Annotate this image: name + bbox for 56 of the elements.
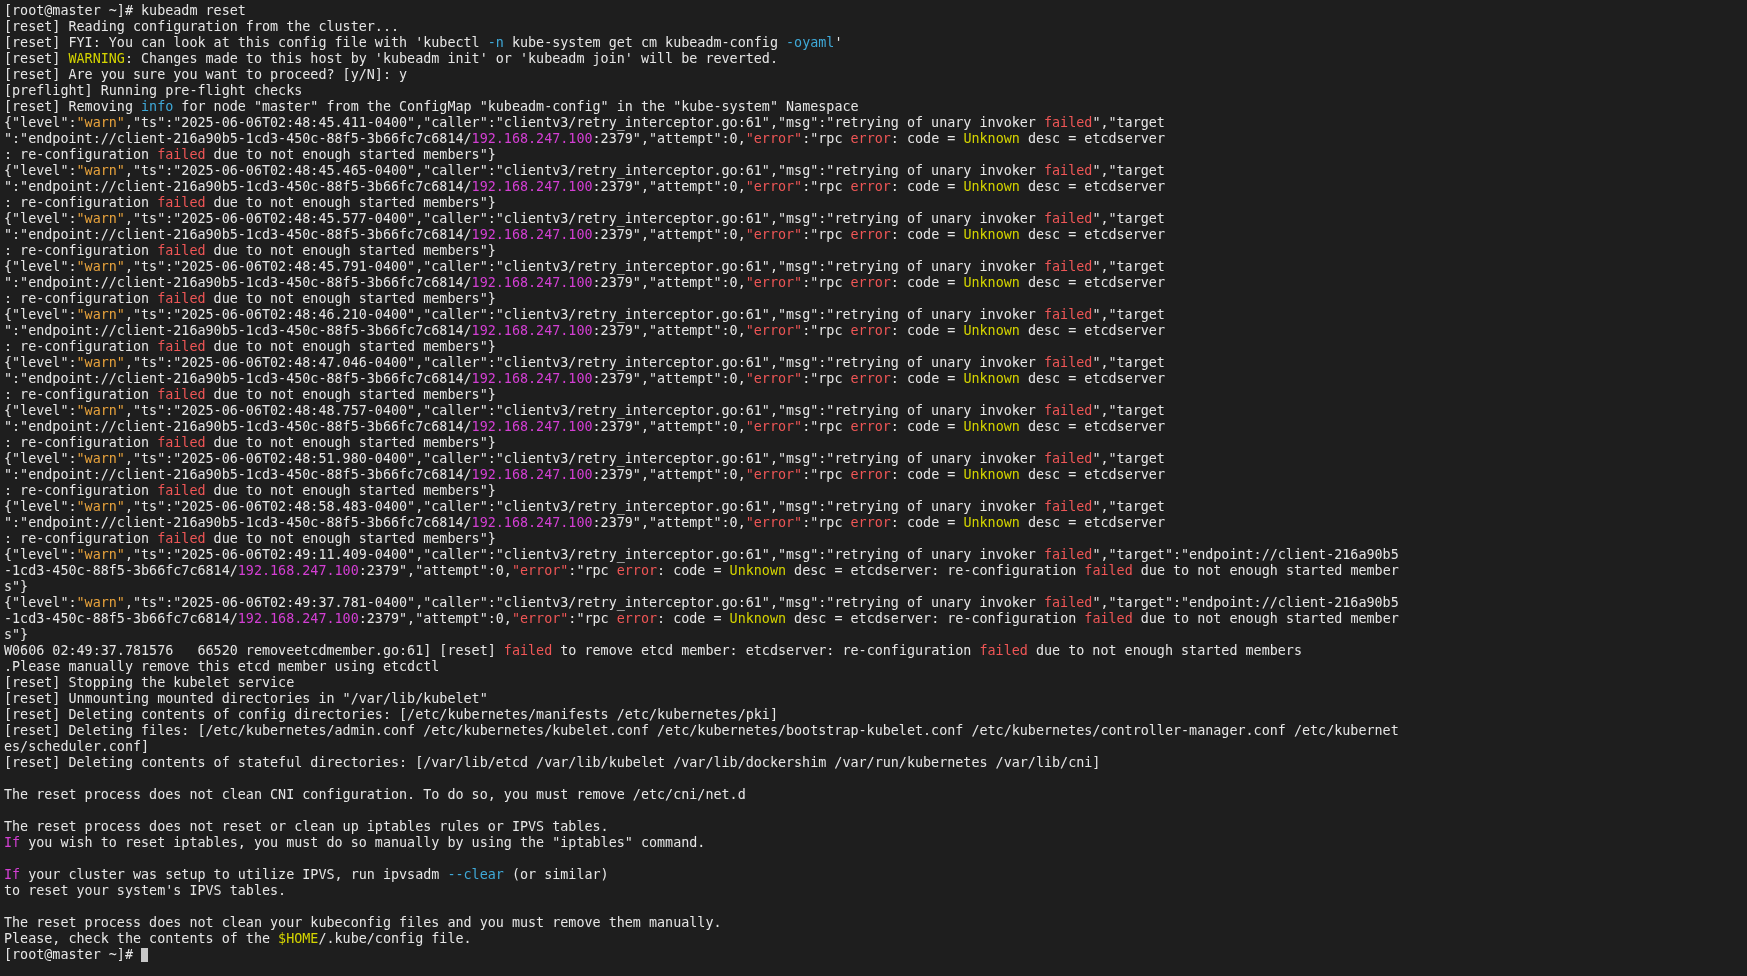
terminal-line: ":"endpoint://client-216a90b5-1cd3-450c-88f5-3b66fc7c6814/192.168.247.100:2379","attempt":0,"error":"rpc error: code = Unknown desc = etcdserver (4, 131, 1165, 147)
terminal-line: : re-configuration failed due to not enough started members"} (4, 291, 496, 307)
terminal-line: [reset] FYI: You can look at this config file with 'kubectl -n kube-system get cm kubeadm-config -oyaml' (4, 35, 843, 51)
terminal-line: ":"endpoint://client-216a90b5-1cd3-450c-88f5-3b66fc7c6814/192.168.247.100:2379","attempt":0,"error":"rpc error: code = Unknown desc = etcdserver (4, 179, 1165, 195)
terminal-line: {"level":"warn","ts":"2025-06-06T02:48:45.465-0400","caller":"clientv3/retry_interceptor.go:61","msg":"retrying of unary invoker failed","target (4, 163, 1165, 179)
terminal-line: {"level":"warn","ts":"2025-06-06T02:49:11.409-0400","caller":"clientv3/retry_interceptor.go:61","msg":"retrying of unary invoker failed","target":"endpoint://client-216a90b5 (4, 547, 1399, 563)
terminal-line: [root@master ~]# (4, 947, 134, 963)
terminal-line: -1cd3-450c-88f5-3b66fc7c6814/192.168.247.100:2379","attempt":0,"error":"rpc error: code = Unknown desc = etcdserver: re-configuration failed due to not enough started member (4, 611, 1399, 627)
terminal-line: : re-configuration failed due to not enough started members"} (4, 483, 496, 499)
terminal-line: [reset] Deleting contents of stateful directories: [/var/lib/etcd /var/lib/kubelet /var/lib/dockershim /var/run/kubernetes /var/lib/cni] (4, 755, 1101, 771)
terminal-line: [reset] Removing info for node "master" from the ConfigMap "kubeadm-config" in the "kube-system" Namespace (4, 99, 859, 115)
terminal-line: : re-configuration failed due to not enough started members"} (4, 387, 496, 403)
terminal-line: .Please manually remove this etcd member using etcdctl (4, 659, 440, 675)
terminal-line: Please, check the contents of the $HOME/.kube/config file. (4, 931, 472, 947)
terminal-line: [reset] Deleting contents of config directories: [/etc/kubernetes/manifests /etc/kubernetes/pki] (4, 707, 778, 723)
terminal-line: {"level":"warn","ts":"2025-06-06T02:48:45.791-0400","caller":"clientv3/retry_interceptor.go:61","msg":"retrying of unary invoker failed","target (4, 259, 1165, 275)
terminal-line: ":"endpoint://client-216a90b5-1cd3-450c-88f5-3b66fc7c6814/192.168.247.100:2379","attempt":0,"error":"rpc error: code = Unknown desc = etcdserver (4, 515, 1165, 531)
terminal-line: [reset] WARNING: Changes made to this host by 'kubeadm init' or 'kubeadm join' will be reverted. (4, 51, 778, 67)
terminal-line: : re-configuration failed due to not enough started members"} (4, 195, 496, 211)
terminal-line: {"level":"warn","ts":"2025-06-06T02:48:45.577-0400","caller":"clientv3/retry_interceptor.go:61","msg":"retrying of unary invoker failed","target (4, 211, 1165, 227)
terminal-line: {"level":"warn","ts":"2025-06-06T02:48:45.411-0400","caller":"clientv3/retry_interceptor.go:61","msg":"retrying of unary invoker failed","target (4, 115, 1165, 131)
terminal-line: If your cluster was setup to utilize IPVS, run ipvsadm --clear (or similar) (4, 867, 609, 883)
terminal-line: {"level":"warn","ts":"2025-06-06T02:48:48.757-0400","caller":"clientv3/retry_interceptor.go:61","msg":"retrying of unary invoker failed","target (4, 403, 1165, 419)
terminal-line: [reset] Unmounting mounted directories in "/var/lib/kubelet" (4, 691, 488, 707)
terminal-line: : re-configuration failed due to not enough started members"} (4, 147, 496, 163)
terminal-line: The reset process does not reset or clean up iptables rules or IPVS tables. (4, 819, 609, 835)
terminal-line: : re-configuration failed due to not enough started members"} (4, 435, 496, 451)
terminal-line: es/scheduler.conf] (4, 739, 150, 755)
terminal-line: [preflight] Running pre-flight checks (4, 83, 303, 99)
terminal-line: -1cd3-450c-88f5-3b66fc7c6814/192.168.247.100:2379","attempt":0,"error":"rpc error: code = Unknown desc = etcdserver: re-configuration failed due to not enough started member (4, 563, 1399, 579)
terminal-line: [reset] Deleting files: [/etc/kubernetes/admin.conf /etc/kubernetes/kubelet.conf /etc/kubernetes/bootstrap-kubelet.conf /etc/kubernetes/controller-manager.conf /etc/kubernet (4, 723, 1399, 739)
terminal-line: {"level":"warn","ts":"2025-06-06T02:48:46.210-0400","caller":"clientv3/retry_interceptor.go:61","msg":"retrying of unary invoker failed","target (4, 307, 1165, 323)
terminal-line: ":"endpoint://client-216a90b5-1cd3-450c-88f5-3b66fc7c6814/192.168.247.100:2379","attempt":0,"error":"rpc error: code = Unknown desc = etcdserver (4, 275, 1165, 291)
terminal-line: ":"endpoint://client-216a90b5-1cd3-450c-88f5-3b66fc7c6814/192.168.247.100:2379","attempt":0,"error":"rpc error: code = Unknown desc = etcdserver (4, 419, 1165, 435)
terminal-line: : re-configuration failed due to not enough started members"} (4, 243, 496, 259)
terminal-line: : re-configuration failed due to not enough started members"} (4, 531, 496, 547)
terminal-line: [reset] Reading configuration from the cluster... (4, 19, 400, 35)
terminal-line: s"} (4, 579, 29, 595)
terminal-line: : re-configuration failed due to not enough started members"} (4, 339, 496, 355)
terminal-line: [reset] Are you sure you want to proceed? [y/N]: y (4, 67, 408, 83)
terminal-line: ":"endpoint://client-216a90b5-1cd3-450c-88f5-3b66fc7c6814/192.168.247.100:2379","attempt":0,"error":"rpc error: code = Unknown desc = etcdserver (4, 371, 1165, 387)
terminal-line: [root@master ~]# kubeadm reset (4, 3, 246, 19)
terminal-line: {"level":"warn","ts":"2025-06-06T02:48:58.483-0400","caller":"clientv3/retry_interceptor.go:61","msg":"retrying of unary invoker failed","target (4, 499, 1165, 515)
terminal-line: {"level":"warn","ts":"2025-06-06T02:48:47.046-0400","caller":"clientv3/retry_interceptor.go:61","msg":"retrying of unary invoker failed","target (4, 355, 1165, 371)
terminal-line: {"level":"warn","ts":"2025-06-06T02:48:51.980-0400","caller":"clientv3/retry_interceptor.go:61","msg":"retrying of unary invoker failed","target (4, 451, 1165, 467)
terminal-line: If you wish to reset iptables, you must do so manually by using the "iptables" command. (4, 835, 706, 851)
terminal-line: ":"endpoint://client-216a90b5-1cd3-450c-88f5-3b66fc7c6814/192.168.247.100:2379","attempt":0,"error":"rpc error: code = Unknown desc = etcdserver (4, 323, 1165, 339)
terminal-line: s"} (4, 627, 29, 643)
terminal-line: {"level":"warn","ts":"2025-06-06T02:49:37.781-0400","caller":"clientv3/retry_interceptor.go:61","msg":"retrying of unary invoker failed","target":"endpoint://client-216a90b5 (4, 595, 1399, 611)
terminal-line: W0606 02:49:37.781576 66520 removeetcdmember.go:61] [reset] failed to remove etcd member: etcdserver: re-configuration failed due to not enough started members (4, 643, 1302, 659)
terminal-line: The reset process does not clean CNI configuration. To do so, you must remove /etc/cni/net.d (4, 787, 746, 803)
terminal-line: The reset process does not clean your kubeconfig files and you must remove them manually. (4, 915, 722, 931)
terminal-line: [reset] Stopping the kubelet service (4, 675, 295, 691)
terminal-line: to reset your system's IPVS tables. (4, 883, 287, 899)
terminal-line: ":"endpoint://client-216a90b5-1cd3-450c-88f5-3b66fc7c6814/192.168.247.100:2379","attempt":0,"error":"rpc error: code = Unknown desc = etcdserver (4, 467, 1165, 483)
terminal-line: ":"endpoint://client-216a90b5-1cd3-450c-88f5-3b66fc7c6814/192.168.247.100:2379","attempt":0,"error":"rpc error: code = Unknown desc = etcdserver (4, 227, 1165, 243)
